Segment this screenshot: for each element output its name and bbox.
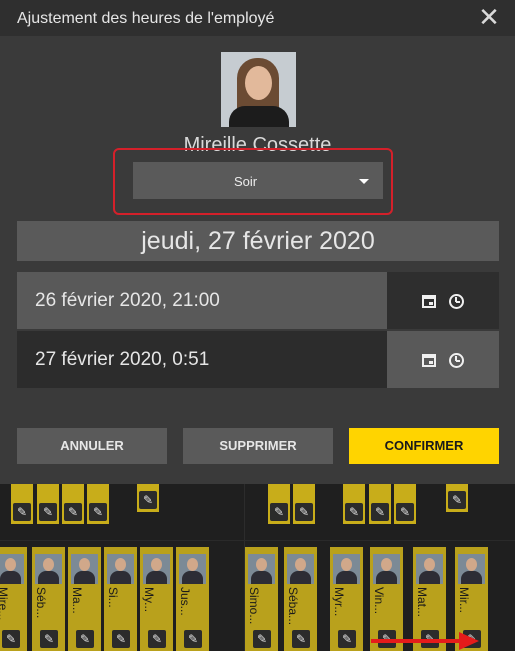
- end-datetime-field[interactable]: 27 février 2020, 0:51: [17, 331, 387, 388]
- calendar-icon[interactable]: [422, 295, 436, 308]
- shift-tile[interactable]: ✎: [62, 484, 84, 524]
- shift-tile[interactable]: ✎: [11, 484, 33, 524]
- date-banner-text: jeudi, 27 février 2020: [141, 227, 375, 255]
- shift-tile[interactable]: ✎: [137, 484, 159, 512]
- edit-icon[interactable]: ✎: [112, 630, 130, 648]
- schedule-gridline: [0, 540, 515, 541]
- shift-select-value: Soir: [233, 174, 258, 189]
- employee-tile[interactable]: Simo... ✎: [245, 547, 278, 651]
- delete-button[interactable]: SUPPRIMER: [183, 428, 333, 464]
- shift-tile[interactable]: ✎: [343, 484, 365, 524]
- start-datetime-field[interactable]: 26 février 2020, 21:00: [17, 272, 387, 329]
- shift-tile[interactable]: ✎: [394, 484, 416, 524]
- edit-icon[interactable]: ✎: [295, 503, 313, 521]
- shift-tile[interactable]: ✎: [446, 484, 468, 512]
- edit-icon[interactable]: ✎: [76, 630, 94, 648]
- shift-tile[interactable]: ✎: [293, 484, 315, 524]
- employee-photo: [0, 554, 24, 584]
- edit-icon[interactable]: ✎: [338, 630, 356, 648]
- start-time-row: 26 février 2020, 21:00: [17, 272, 499, 329]
- close-icon[interactable]: ✕: [475, 4, 503, 32]
- edit-icon[interactable]: ✎: [184, 630, 202, 648]
- end-time-row: 27 février 2020, 0:51: [17, 331, 499, 388]
- employee-photo: [143, 554, 170, 584]
- employee-tile[interactable]: Jus... ✎: [176, 547, 209, 651]
- cancel-button[interactable]: ANNULER: [17, 428, 167, 464]
- chevron-down-icon: [359, 179, 369, 184]
- date-banner: jeudi, 27 février 2020: [17, 221, 499, 261]
- employee-photo: [333, 554, 360, 584]
- edit-icon[interactable]: ✎: [139, 491, 157, 509]
- employee-photo: [373, 554, 400, 584]
- employee-tile[interactable]: Vin... ✎: [370, 547, 403, 651]
- dialog-title: Ajustement des heures de l'employé: [17, 10, 275, 27]
- app-root: ✎ ✎ ✎ ✎ ✎ ✎ ✎ ✎ ✎ ✎ ✎ Mire... ✎ Séb... ✎…: [0, 0, 515, 651]
- end-picker-buttons: [387, 331, 499, 388]
- employee-photo: [458, 554, 485, 584]
- employee-photo: [35, 554, 62, 584]
- employee-tile[interactable]: Si... ✎: [104, 547, 137, 651]
- edit-icon[interactable]: ✎: [13, 503, 31, 521]
- adjust-hours-dialog: Ajustement des heures de l'employé ✕ Mir…: [0, 0, 515, 484]
- edit-icon[interactable]: ✎: [345, 503, 363, 521]
- edit-icon[interactable]: ✎: [64, 503, 82, 521]
- edit-icon[interactable]: ✎: [371, 503, 389, 521]
- employee-photo: [179, 554, 206, 584]
- edit-icon[interactable]: ✎: [148, 630, 166, 648]
- employee-photo: [248, 554, 275, 584]
- shift-select[interactable]: Soir: [133, 162, 383, 199]
- calendar-icon[interactable]: [422, 354, 436, 367]
- employee-tile[interactable]: Séb... ✎: [32, 547, 65, 651]
- annotation-arrow: [371, 639, 463, 643]
- employee-tile[interactable]: Ma... ✎: [68, 547, 101, 651]
- edit-icon[interactable]: ✎: [89, 503, 107, 521]
- avatar: [221, 52, 296, 127]
- employee-tile[interactable]: My... ✎: [140, 547, 173, 651]
- clock-icon[interactable]: [449, 294, 464, 309]
- edit-icon[interactable]: ✎: [39, 503, 57, 521]
- confirm-button[interactable]: CONFIRMER: [349, 428, 499, 464]
- employee-tile[interactable]: Mat... ✎: [413, 547, 446, 651]
- employee-tile[interactable]: Myr... ✎: [330, 547, 363, 651]
- shift-tile[interactable]: ✎: [87, 484, 109, 524]
- shift-tile[interactable]: ✎: [37, 484, 59, 524]
- annotation-arrow-head: [459, 632, 479, 650]
- shift-tile[interactable]: ✎: [369, 484, 391, 524]
- employee-photo: [71, 554, 98, 584]
- end-datetime-value: 27 février 2020, 0:51: [35, 349, 210, 370]
- employee-photo: [107, 554, 134, 584]
- edit-icon[interactable]: ✎: [2, 630, 20, 648]
- employee-tile[interactable]: Séba... ✎: [284, 547, 317, 651]
- edit-icon[interactable]: ✎: [40, 630, 58, 648]
- employee-photo: [287, 554, 314, 584]
- edit-icon[interactable]: ✎: [270, 503, 288, 521]
- start-datetime-value: 26 février 2020, 21:00: [35, 290, 220, 311]
- employee-photo: [416, 554, 443, 584]
- edit-icon[interactable]: ✎: [396, 503, 414, 521]
- clock-icon[interactable]: [449, 353, 464, 368]
- edit-icon[interactable]: ✎: [292, 630, 310, 648]
- employee-tile[interactable]: Mire... ✎: [0, 547, 27, 651]
- edit-icon[interactable]: ✎: [253, 630, 271, 648]
- edit-icon[interactable]: ✎: [448, 491, 466, 509]
- shift-tile[interactable]: ✎: [268, 484, 290, 524]
- dialog-titlebar: Ajustement des heures de l'employé ✕: [0, 0, 515, 36]
- start-picker-buttons: [387, 272, 499, 329]
